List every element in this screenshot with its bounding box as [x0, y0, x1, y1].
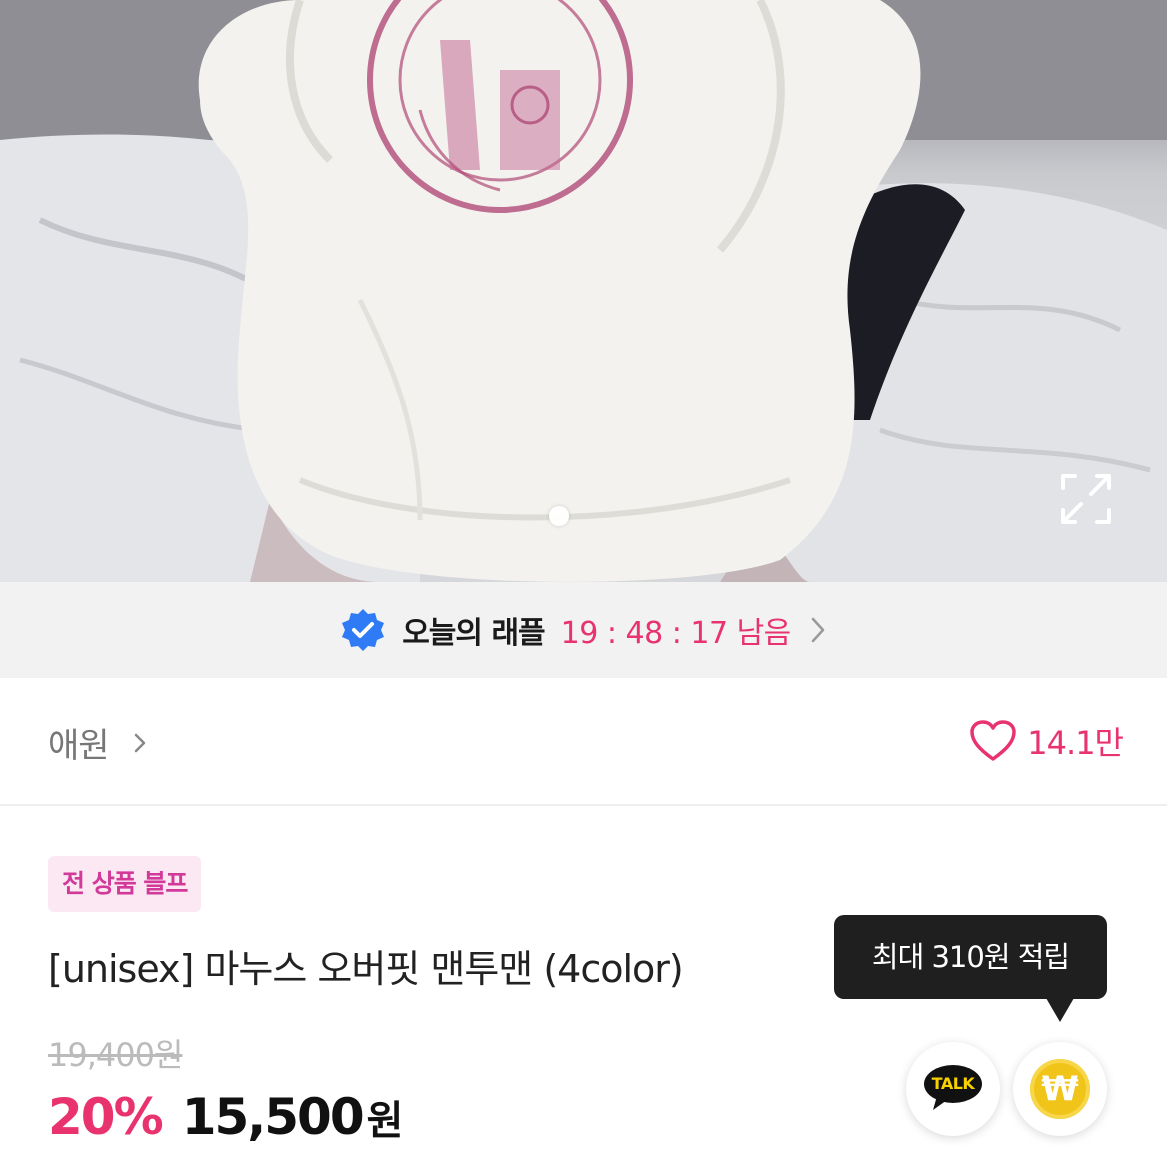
kakaotalk-share-button[interactable]: TALK [906, 1042, 1000, 1136]
raffle-banner[interactable]: 오늘의 래플 19 : 48 : 17 남음 [0, 582, 1167, 678]
tooltip-arrow [1046, 998, 1074, 1022]
discount-rate: 20% [48, 1088, 164, 1146]
won-coin-icon: ₩ [1030, 1059, 1090, 1119]
promo-tag: 전 상품 블프 [48, 856, 202, 912]
price-row: 20% 15,500 원 [48, 1088, 403, 1146]
store-link[interactable]: 애원 [48, 718, 147, 767]
like-count: 14.1만 [1027, 724, 1124, 762]
store-name: 애원 [48, 726, 110, 766]
chevron-right-icon [811, 617, 825, 643]
store-row: 애원 14.1만 [0, 678, 1167, 806]
heart-outline-icon [970, 720, 1017, 761]
carousel-indicator-dot[interactable] [549, 506, 569, 526]
product-photo-illustration [0, 0, 1167, 582]
product-title: [unisex] 마누스 오버핏 맨투맨 (4color) [48, 947, 684, 991]
product-image[interactable] [0, 0, 1167, 582]
price-unit: 원 [366, 1098, 404, 1144]
raffle-label: 오늘의 래플 [402, 616, 545, 651]
reward-tooltip: 최대 310원 적립 [834, 915, 1107, 999]
raffle-countdown: 19 : 48 : 17 남음 [560, 616, 792, 651]
like-button[interactable]: 14.1만 [969, 718, 1124, 764]
kakaotalk-icon: TALK [923, 1064, 983, 1114]
original-price: 19,400원 [48, 1036, 183, 1074]
chevron-right-icon [134, 733, 145, 752]
verified-badge-icon [342, 609, 385, 651]
sale-price: 15,500 [181, 1088, 365, 1146]
expand-arrows-icon[interactable] [1057, 470, 1115, 528]
point-reward-button[interactable]: ₩ [1013, 1042, 1107, 1136]
talk-label: TALK [931, 1074, 975, 1093]
